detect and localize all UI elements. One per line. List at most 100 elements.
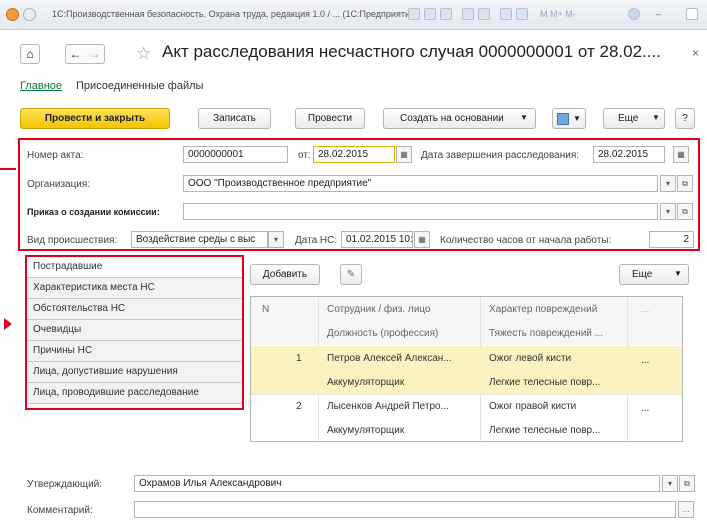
row-extra[interactable]: ...: [641, 403, 649, 414]
approver-open[interactable]: ⧉: [679, 475, 695, 492]
ns-date-field[interactable]: 01.02.2015 10:00:: [341, 231, 413, 248]
row-injury[interactable]: Ожог левой кисти: [489, 353, 571, 364]
row-position[interactable]: Аккумуляторщик: [327, 377, 404, 388]
section-item-causes[interactable]: Причины НС: [27, 341, 242, 362]
report-menu-button[interactable]: ▼: [552, 108, 586, 129]
organization-open[interactable]: ⧉: [677, 175, 693, 192]
organization-dropdown[interactable]: ▾: [660, 175, 676, 192]
approver-field[interactable]: Охрамов Илья Александрович: [134, 475, 660, 492]
post-and-close-button[interactable]: Провести и закрыть: [20, 108, 170, 129]
more-label: Еще: [618, 113, 639, 124]
col-header-n[interactable]: N: [262, 304, 269, 315]
ns-date-label: Дата НС:: [295, 235, 338, 246]
hours-label: Количество часов от начала работы:: [440, 235, 612, 246]
incident-type-dropdown[interactable]: ▾: [268, 231, 284, 248]
forward-arrow-icon[interactable]: →: [89, 47, 101, 61]
act-number-field[interactable]: 0000000001: [183, 146, 288, 163]
save-button[interactable]: Записать: [198, 108, 271, 129]
info-icon[interactable]: [628, 8, 640, 20]
row-severity[interactable]: Легкие телесные повр...: [489, 425, 624, 436]
end-date-field[interactable]: 28.02.2015: [593, 146, 665, 163]
col-header-position[interactable]: Должность (профессия): [327, 328, 438, 339]
row-employee[interactable]: Петров Алексей Алексан...: [327, 353, 477, 364]
col-header-extra[interactable]: ...: [641, 304, 649, 315]
section-item-violators[interactable]: Лица, допустившие нарушения: [27, 362, 242, 383]
chevron-down-icon: ▼: [520, 113, 528, 122]
row-extra[interactable]: ...: [641, 355, 649, 366]
favorite-star-icon[interactable]: ☆: [136, 44, 151, 64]
col-header-injury[interactable]: Характер повреждений: [489, 304, 597, 315]
row-position[interactable]: Аккумуляторщик: [327, 425, 404, 436]
organization-field[interactable]: ООО "Производственное предприятие": [183, 175, 658, 192]
post-button[interactable]: Провести: [295, 108, 365, 129]
comment-field[interactable]: [134, 501, 676, 518]
calendar-icon: ▦: [677, 150, 685, 159]
menu-circle-icon[interactable]: [23, 8, 36, 21]
app-logo-icon[interactable]: [6, 8, 19, 21]
calendar-button[interactable]: ▦: [396, 146, 412, 163]
open-link-icon: ⧉: [684, 478, 690, 488]
home-icon: ⌂: [26, 47, 34, 61]
back-arrow-icon[interactable]: ←: [70, 47, 82, 61]
more-button[interactable]: Еще ▼: [603, 108, 665, 129]
col-header-employee[interactable]: Сотрудник / физ. лицо: [327, 304, 430, 315]
incident-type-field[interactable]: Воздействие среды с выс: [131, 231, 268, 248]
annotation-arrow: [4, 318, 12, 330]
calculator-icon[interactable]: [500, 8, 512, 20]
create-based-on-label: Создать на основании: [400, 113, 504, 124]
section-item-place[interactable]: Характеристика места НС: [27, 278, 242, 299]
create-based-on-button[interactable]: Создать на основании ▼: [383, 108, 536, 129]
pencil-icon: ✎: [346, 269, 356, 280]
annotation-line: [0, 168, 16, 170]
section-item-victims[interactable]: Пострадавшие: [27, 257, 242, 278]
commission-order-field[interactable]: [183, 203, 658, 220]
window-title-bar: 1С:Производственная безопасность. Охрана…: [0, 0, 707, 30]
maximize-icon[interactable]: [686, 8, 698, 20]
back-forward-buttons[interactable]: ← →: [65, 44, 105, 64]
help-button[interactable]: ?: [675, 108, 695, 129]
report-icon: [557, 112, 570, 125]
section-item-witnesses[interactable]: Очевидцы: [27, 320, 242, 341]
chevron-down-icon: ▾: [273, 235, 278, 244]
tab-main[interactable]: Главное: [20, 80, 62, 92]
add-button[interactable]: Добавить: [250, 264, 320, 285]
minimize-icon[interactable]: –: [656, 9, 661, 19]
row-severity[interactable]: Легкие телесные повр...: [489, 377, 624, 388]
section-item-investigators[interactable]: Лица, проводившие расследование: [27, 383, 242, 404]
favorites-icon[interactable]: [462, 8, 474, 20]
print-icon[interactable]: [424, 8, 436, 20]
commission-order-open[interactable]: ⧉: [677, 203, 693, 220]
organization-label: Организация:: [27, 179, 91, 190]
row-number: 1: [296, 353, 302, 364]
comment-edit-button[interactable]: …: [678, 501, 694, 518]
open-link-icon: ⧉: [682, 178, 688, 188]
table-icon[interactable]: [516, 8, 528, 20]
approver-label: Утверждающий:: [27, 479, 103, 490]
calendar-button[interactable]: ▦: [414, 231, 430, 248]
section-item-circumstances[interactable]: Обстоятельства НС: [27, 299, 242, 320]
date-field[interactable]: 28.02.2015: [313, 146, 395, 163]
tab-attached-files[interactable]: Присоединенные файлы: [76, 80, 203, 92]
window-title: 1С:Производственная безопасность. Охрана…: [52, 9, 418, 19]
calendar-icon[interactable]: [408, 8, 420, 20]
hours-field[interactable]: 2: [649, 231, 694, 248]
memory-buttons[interactable]: M M+ M-: [540, 9, 576, 19]
chevron-down-icon: ▾: [665, 207, 670, 216]
search-icon[interactable]: [440, 8, 452, 20]
chevron-down-icon: ▾: [665, 179, 670, 188]
col-header-severity[interactable]: Тяжесть повреждений ...: [489, 328, 609, 339]
chevron-down-icon: ▼: [652, 113, 660, 122]
row-employee[interactable]: Лысенков Андрей Петро...: [327, 401, 477, 412]
calendar-button[interactable]: ▦: [673, 146, 689, 163]
edit-button[interactable]: ✎: [340, 264, 362, 285]
table-more-button[interactable]: Еще ▼: [619, 264, 689, 285]
history-icon[interactable]: [478, 8, 490, 20]
home-button[interactable]: ⌂: [20, 44, 40, 64]
row-injury[interactable]: Ожог правой кисти: [489, 401, 576, 412]
commission-order-dropdown[interactable]: ▾: [660, 203, 676, 220]
chevron-down-icon: ▾: [667, 479, 672, 488]
row-number: 2: [296, 401, 302, 412]
close-form-icon[interactable]: ×: [692, 46, 699, 60]
row-divider: [251, 394, 682, 395]
approver-dropdown[interactable]: ▾: [662, 475, 678, 492]
